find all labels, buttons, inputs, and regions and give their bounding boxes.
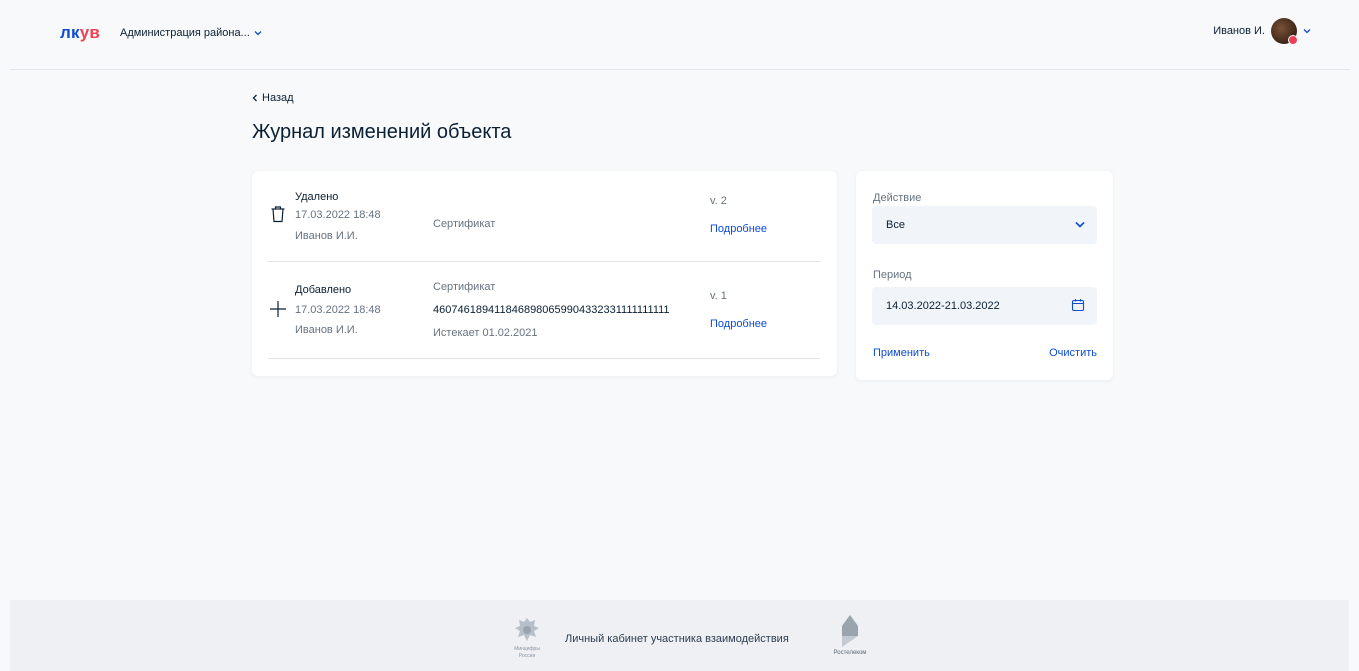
entry-object: Сертификат (433, 218, 496, 230)
page-title: Журнал изменений объекта (252, 121, 512, 143)
logo-part-1: лк (60, 23, 80, 42)
entry-author: Иванов И.И. (295, 324, 358, 336)
chevron-down-icon (1303, 26, 1311, 36)
chevron-left-icon (252, 91, 258, 105)
period-input[interactable]: 14.03.2022-21.03.2022 (872, 287, 1097, 325)
avatar (1271, 18, 1298, 45)
chevron-down-icon (254, 28, 262, 38)
filter-panel: Действие Все Период 14.03.2022-21.03.202… (856, 171, 1113, 380)
partner-caption: Ростелеком (833, 650, 867, 656)
ministry-emblem: Минцифры России (504, 615, 550, 663)
entry-version: v. 2 (710, 195, 727, 207)
trash-icon (268, 204, 288, 224)
logo[interactable]: лкув (60, 23, 100, 43)
entry-author: Иванов И.И. (295, 230, 358, 242)
logo-part-2: ув (79, 23, 101, 42)
details-link[interactable]: Подробнее (710, 318, 767, 330)
plus-icon (268, 299, 288, 319)
log-entry: Добавлено 17.03.2022 18:48 Иванов И.И. С… (268, 262, 820, 359)
entry-datetime: 17.03.2022 18:48 (295, 304, 381, 316)
entry-object: Сертификат (433, 281, 496, 293)
action-filter-label: Действие (873, 192, 922, 204)
user-menu[interactable]: Иванов И. (1213, 18, 1311, 45)
chevron-down-icon (1075, 219, 1085, 231)
log-entry: Удалено 17.03.2022 18:48 Иванов И.И. Сер… (268, 171, 820, 262)
details-link[interactable]: Подробнее (710, 223, 767, 235)
back-label: Назад (262, 92, 294, 104)
expiry-date: Истекает 01.02.2021 (433, 327, 538, 339)
rostelecom-logo-icon (842, 615, 858, 647)
action-select[interactable]: Все (872, 206, 1097, 244)
org-name: Администрация района... (120, 27, 250, 39)
action-label: Добавлено (295, 284, 352, 296)
certificate-number: 4607461894118468980659904332331111111111 (433, 304, 670, 316)
period-filter-label: Период (873, 269, 912, 281)
footer: Минцифры России Личный кабинет участника… (10, 600, 1349, 671)
coat-of-arms-icon (515, 618, 539, 641)
ministry-caption-1: Минцифры (514, 646, 540, 652)
change-log-card: Удалено 17.03.2022 18:48 Иванов И.И. Сер… (252, 171, 837, 376)
period-value: 14.03.2022-21.03.2022 (886, 300, 1000, 312)
user-name: Иванов И. (1213, 25, 1265, 37)
action-select-value: Все (886, 219, 905, 231)
entry-version: v. 1 (710, 290, 727, 302)
partner-logo: Ростелеком (822, 614, 878, 666)
footer-text: Личный кабинет участника взаимодействия (565, 633, 789, 645)
ministry-caption-2: России (518, 653, 536, 659)
entry-datetime: 17.03.2022 18:48 (295, 209, 381, 221)
top-header: лкув Администрация района... Иванов И. (10, 0, 1349, 70)
apply-button[interactable]: Применить (873, 347, 930, 359)
action-label: Удалено (295, 191, 339, 203)
clear-button[interactable]: Очистить (1049, 347, 1097, 359)
back-link[interactable]: Назад (252, 91, 294, 105)
calendar-icon[interactable] (1071, 298, 1085, 315)
org-selector[interactable]: Администрация района... (120, 27, 262, 39)
